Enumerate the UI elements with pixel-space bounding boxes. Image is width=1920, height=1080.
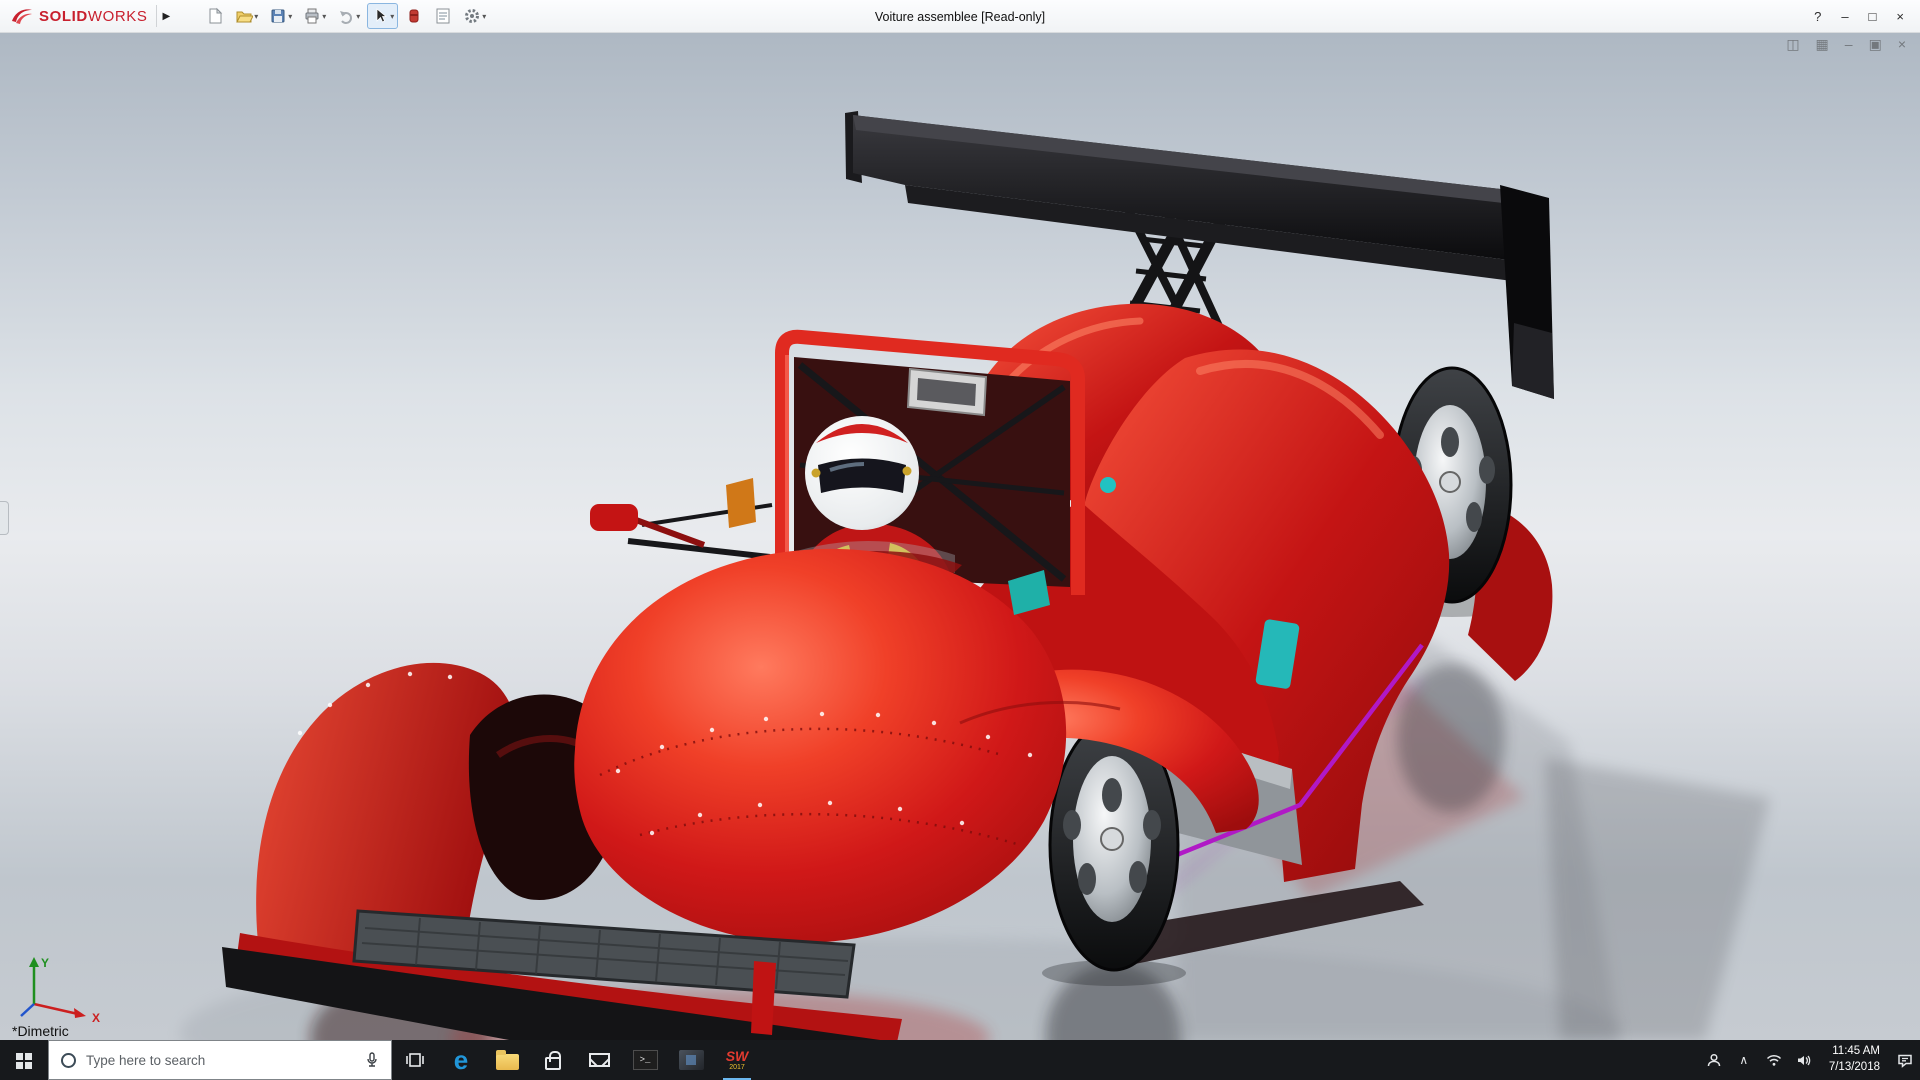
open-document-button[interactable]: ▾ — [231, 3, 262, 29]
viewport-canvas[interactable] — [0, 33, 1920, 1040]
solidworks-2017-button[interactable]: SW 2017 — [714, 1040, 760, 1080]
help-button[interactable]: ? — [1814, 9, 1821, 24]
windows-taskbar: Type here to search e >_ — [0, 1040, 1920, 1080]
microphone-icon[interactable] — [365, 1052, 379, 1068]
select-cursor-icon — [371, 7, 389, 25]
document-window-controls: ◫ ▦ – ▣ × — [1786, 37, 1906, 51]
command-prompt-icon: >_ — [633, 1050, 658, 1070]
window-controls: ? – □ × — [1814, 9, 1910, 24]
side-mirror — [590, 504, 704, 545]
graphics-viewport: ◫ ▦ – ▣ × X Y *Dimetric — [0, 33, 1920, 1040]
gear-icon — [463, 7, 481, 25]
options-dropdown-arrow-icon[interactable]: ▾ — [482, 12, 486, 21]
triad-y-label: Y — [41, 956, 49, 970]
view-orientation-label: *Dimetric — [12, 1023, 69, 1039]
open-dropdown-arrow-icon[interactable]: ▾ — [254, 12, 258, 21]
document-sheet-icon — [434, 7, 452, 25]
menu-flyout-arrow[interactable]: ▶ — [156, 5, 177, 27]
orange-panel — [726, 478, 756, 528]
volume-button[interactable] — [1789, 1054, 1819, 1067]
teal-dot — [1100, 477, 1116, 493]
store-button[interactable] — [530, 1040, 576, 1080]
network-button[interactable] — [1759, 1054, 1789, 1067]
mail-button[interactable] — [576, 1040, 622, 1080]
title-bar: Voiture assemblee [Read-only] SOLIDWORKS… — [0, 0, 1920, 33]
open-folder-icon — [235, 7, 253, 25]
cortana-icon — [61, 1053, 76, 1068]
hidden-icons-button[interactable]: ∧ — [1729, 1053, 1759, 1067]
save-dropdown-arrow-icon[interactable]: ▾ — [288, 12, 292, 21]
solidworks-swoosh-icon — [10, 6, 34, 26]
doc-minimize-icon[interactable]: – — [1845, 37, 1853, 51]
save-button[interactable]: ▾ — [265, 3, 296, 29]
search-placeholder: Type here to search — [86, 1053, 355, 1068]
windows-logo-icon — [16, 1053, 32, 1069]
minimize-button[interactable]: – — [1841, 9, 1848, 24]
command-prompt-button[interactable]: >_ — [622, 1040, 668, 1080]
undo-dropdown-arrow-icon[interactable]: ▾ — [356, 12, 360, 21]
properties-sheet-button[interactable] — [430, 3, 456, 29]
options-button[interactable]: ▾ — [459, 3, 490, 29]
car-model — [222, 111, 1554, 1040]
doc-restore-icon[interactable]: ▣ — [1869, 37, 1882, 51]
edge-browser-button[interactable]: e — [438, 1040, 484, 1080]
solidworks-window: Voiture assemblee [Read-only] SOLIDWORKS… — [0, 0, 1920, 1080]
nose-dome — [574, 549, 1066, 943]
close-button[interactable]: × — [1896, 9, 1904, 24]
file-explorer-icon — [496, 1054, 519, 1070]
task-view-icon — [405, 1052, 425, 1068]
edge-icon: e — [454, 1047, 468, 1073]
task-view-button[interactable] — [392, 1040, 438, 1080]
action-center-button[interactable] — [1890, 1053, 1920, 1068]
triad-x-label: X — [92, 1011, 100, 1024]
jack-post — [751, 961, 776, 1035]
store-bag-icon — [545, 1057, 561, 1070]
taskbar-search-input[interactable]: Type here to search — [48, 1040, 392, 1080]
system-tray: ∧ 11:45 AM 7/13/2018 — [1699, 1040, 1920, 1080]
clock-date: 7/13/2018 — [1829, 1060, 1880, 1076]
start-button[interactable] — [0, 1040, 48, 1080]
new-document-icon — [206, 7, 224, 25]
maximize-button[interactable]: □ — [1869, 9, 1877, 24]
file-explorer-button[interactable] — [484, 1040, 530, 1080]
save-floppy-icon — [269, 7, 287, 25]
action-center-icon — [1897, 1053, 1913, 1068]
app-icon-dark — [679, 1050, 704, 1070]
doc-cascade-icon[interactable]: ▦ — [1816, 37, 1829, 51]
doc-split-icon[interactable]: ◫ — [1786, 37, 1799, 51]
taskbar-clock[interactable]: 11:45 AM 7/13/2018 — [1819, 1044, 1890, 1075]
mail-envelope-icon — [589, 1053, 610, 1067]
select-dropdown-arrow-icon[interactable]: ▾ — [390, 12, 394, 21]
people-button[interactable] — [1699, 1053, 1729, 1067]
feature-manager-collapse-tab[interactable] — [0, 501, 9, 535]
wifi-icon — [1766, 1054, 1782, 1067]
print-button[interactable]: ▾ — [299, 3, 330, 29]
solidworks-wordmark: SOLIDWORKS — [39, 8, 148, 25]
solidworks-logo: SOLIDWORKS — [10, 6, 148, 26]
people-icon — [1706, 1053, 1722, 1067]
rearview-mirror — [908, 369, 986, 415]
toolbox-button[interactable] — [401, 3, 427, 29]
undo-button[interactable]: ▾ — [333, 3, 364, 29]
clock-time: 11:45 AM — [1832, 1044, 1880, 1060]
orientation-triad: X Y — [16, 954, 108, 1024]
speaker-icon — [1796, 1054, 1812, 1067]
select-tool-button[interactable]: ▾ — [367, 3, 398, 29]
chevron-up-icon: ∧ — [1739, 1053, 1748, 1067]
print-icon — [303, 7, 321, 25]
new-document-button[interactable] — [202, 3, 228, 29]
print-dropdown-arrow-icon[interactable]: ▾ — [322, 12, 326, 21]
app-button-dark[interactable] — [668, 1040, 714, 1080]
quick-access-toolbar: ▾ ▾ ▾ ▾ — [202, 3, 490, 29]
undo-arrow-icon — [337, 7, 355, 25]
solidworks-2017-icon: SW 2017 — [726, 1049, 749, 1071]
red-toolbox-icon — [405, 7, 423, 25]
doc-close-icon[interactable]: × — [1898, 37, 1906, 51]
